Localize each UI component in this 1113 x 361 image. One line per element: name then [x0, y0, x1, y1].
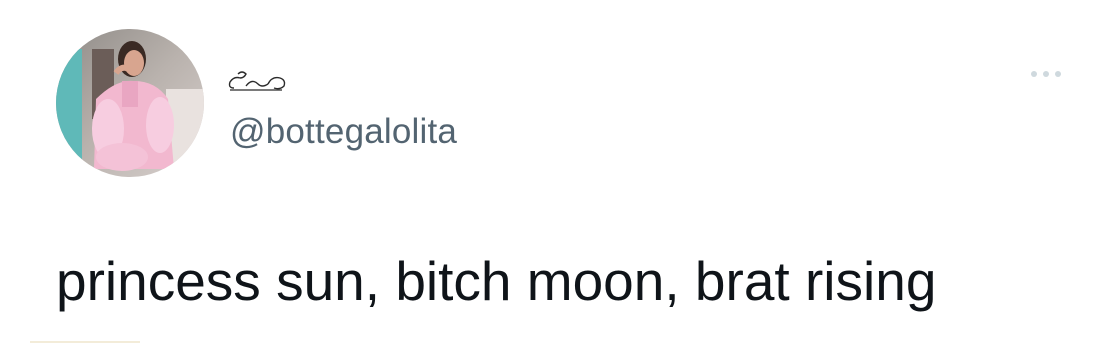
profile-avatar[interactable] [56, 29, 204, 177]
display-name-doodle [228, 71, 286, 91]
tweet-card: @bottegalolita princess sun, bitch moon,… [0, 0, 1113, 361]
tweet-text: princess sun, bitch moon, brat rising [56, 250, 937, 312]
avatar-image [56, 29, 204, 177]
more-horizontal-icon[interactable] [1026, 62, 1066, 86]
user-handle[interactable]: @bottegalolita [230, 112, 457, 152]
divider [30, 341, 140, 343]
